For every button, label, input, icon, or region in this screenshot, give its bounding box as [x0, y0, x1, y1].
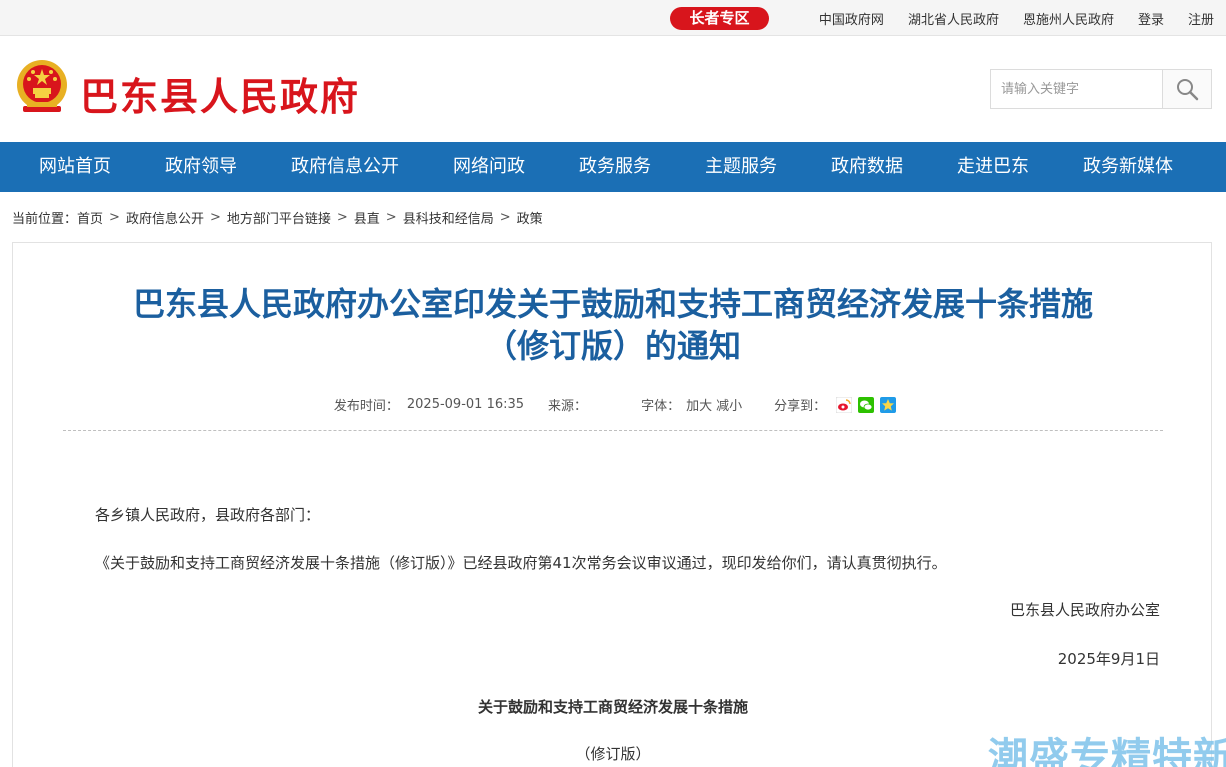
breadcrumb-separator: > — [336, 210, 348, 225]
search-box — [990, 69, 1212, 109]
article-title-line2: （修订版）的通知 — [484, 327, 741, 365]
font-size-label: 字体： — [641, 399, 681, 414]
breadcrumb: 当前位置： 首页 > 政府信息公开 > 地方部门平台链接 > 县直 > 县科技和… — [12, 208, 543, 227]
search-icon — [1177, 79, 1199, 101]
nav-item-gov-data[interactable]: 政府数据 — [804, 142, 930, 192]
breadcrumb-home[interactable]: 首页 — [77, 208, 103, 227]
article-card: 巴东县人民政府办公室印发关于鼓励和支持工商贸经济发展十条措施 （修订版）的通知 … — [12, 242, 1212, 767]
font-smaller-button[interactable]: 减小 — [716, 395, 742, 414]
article-greeting: 各乡镇人民政府，县政府各部门： — [95, 506, 321, 524]
breadcrumb-separator: > — [209, 210, 221, 225]
publish-label: 发布时间： — [333, 399, 399, 414]
breadcrumb-prefix: 当前位置： — [12, 212, 78, 227]
nav-item-info-disclosure[interactable]: 政府信息公开 — [264, 142, 426, 192]
search-input[interactable] — [991, 70, 1162, 108]
nav-item-about-badong[interactable]: 走进巴东 — [930, 142, 1056, 192]
site-title[interactable]: 巴东县人民政府 — [80, 66, 360, 121]
top-links: 中国政府网 湖北省人民政府 恩施州人民政府 登录 注册 — [795, 0, 1214, 36]
breadcrumb-info-disclosure[interactable]: 政府信息公开 — [126, 208, 204, 227]
register-link[interactable]: 注册 — [1188, 9, 1214, 28]
breadcrumb-policy[interactable]: 政策 — [517, 208, 543, 227]
nav-item-home[interactable]: 网站首页 — [12, 142, 138, 192]
site-header: 巴东县人民政府 — [0, 36, 1226, 142]
main-nav: 网站首页 政府领导 政府信息公开 网络问政 政务服务 主题服务 政府数据 走进巴… — [0, 142, 1226, 192]
wechat-share-icon[interactable] — [858, 396, 875, 413]
link-hubei-gov[interactable]: 湖北省人民政府 — [908, 9, 999, 28]
breadcrumb-tech-bureau[interactable]: 县科技和经信局 — [403, 208, 494, 227]
article-signature: 巴东县人民政府办公室 — [1009, 601, 1160, 619]
breadcrumb-dept-links[interactable]: 地方部门平台链接 — [227, 208, 331, 227]
nav-item-gov-services[interactable]: 政务服务 — [552, 142, 678, 192]
article-title-line1: 巴东县人民政府办公室印发关于鼓励和支持工商贸经济发展十条措施 — [132, 285, 1093, 323]
qzone-share-icon[interactable] — [880, 396, 897, 413]
national-emblem-icon — [17, 60, 67, 112]
article-body: 《关于鼓励和支持工商贸经济发展十条措施（修订版）》已经县政府第41次常务会议审议… — [95, 554, 947, 572]
link-enshi-gov[interactable]: 恩施州人民政府 — [1023, 9, 1114, 28]
search-button[interactable] — [1162, 70, 1211, 108]
nav-item-leaders[interactable]: 政府领导 — [138, 142, 264, 192]
publish-time: 2025-09-01 16:35 — [406, 397, 525, 412]
article-title: 巴东县人民政府办公室印发关于鼓励和支持工商贸经济发展十条措施 （修订版）的通知 — [53, 283, 1173, 367]
link-china-gov[interactable]: 中国政府网 — [819, 9, 884, 28]
source-label: 来源： — [548, 399, 588, 414]
article-meta: 发布时间： 2025-09-01 16:35 来源： 字体： 加大 减小 分享到… — [13, 395, 1213, 414]
login-link[interactable]: 登录 — [1138, 9, 1164, 28]
breadcrumb-separator: > — [385, 210, 397, 225]
breadcrumb-separator: > — [109, 210, 120, 225]
breadcrumb-separator: > — [499, 210, 511, 225]
top-bar: 长者专区 中国政府网 湖北省人民政府 恩施州人民政府 登录 注册 — [0, 0, 1226, 36]
font-larger-button[interactable]: 加大 — [686, 395, 712, 414]
meta-divider — [63, 430, 1163, 431]
nav-item-theme-services[interactable]: 主题服务 — [678, 142, 804, 192]
nav-item-online-inquiry[interactable]: 网络问政 — [426, 142, 552, 192]
share-label: 分享到： — [774, 399, 827, 414]
article-subtitle: 关于鼓励和支持工商贸经济发展十条措施 — [477, 698, 748, 716]
watermark: 潮盛专精特新 — [988, 735, 1226, 767]
nav-item-new-media[interactable]: 政务新媒体 — [1056, 142, 1200, 192]
article-date: 2025年9月1日 — [1057, 650, 1160, 668]
elder-zone-button[interactable]: 长者专区 — [670, 7, 769, 30]
weibo-share-icon[interactable] — [836, 396, 853, 413]
breadcrumb-county[interactable]: 县直 — [354, 208, 380, 227]
